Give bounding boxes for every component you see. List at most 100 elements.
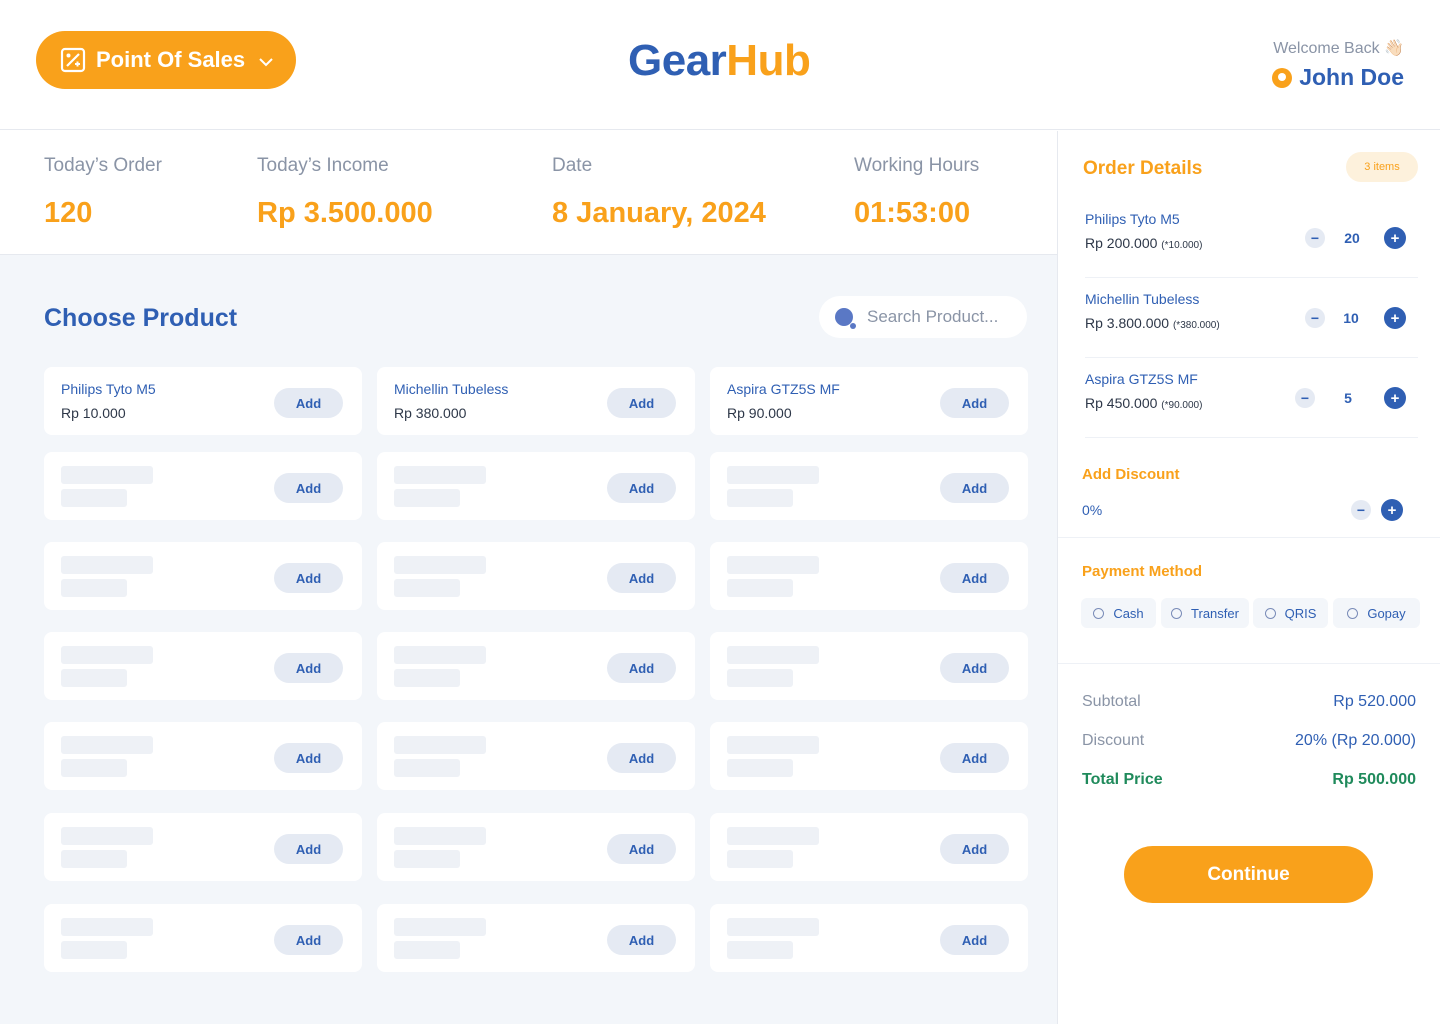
stat-value: 120 <box>44 197 93 229</box>
skeleton-name-placeholder <box>727 827 819 845</box>
add-product-button[interactable]: Add <box>274 743 343 773</box>
decrease-qty-button[interactable]: − <box>1295 388 1315 408</box>
skeleton-name-placeholder <box>394 736 486 754</box>
add-product-button[interactable]: Add <box>940 653 1009 683</box>
product-card: Add <box>44 722 362 790</box>
product-card: Add <box>377 722 695 790</box>
logo-gear: Gear <box>628 36 727 85</box>
chevron-down-icon <box>257 51 275 69</box>
user-name-row[interactable]: John Doe <box>1272 64 1404 91</box>
order-item-total: Rp 450.000 <box>1085 395 1158 411</box>
skeleton-price-placeholder <box>394 941 460 959</box>
add-product-button[interactable]: Add <box>274 473 343 503</box>
add-product-button[interactable]: Add <box>607 473 676 503</box>
order-item-unit-price: (*380.000) <box>1172 320 1220 331</box>
add-product-button[interactable]: Add <box>607 388 676 418</box>
subtotal-value: Rp 520.000 <box>1333 693 1416 710</box>
order-item-total: Rp 200.000 <box>1085 235 1158 251</box>
increase-discount-button[interactable]: + <box>1381 499 1403 521</box>
stat-label: Today’s Income <box>257 155 389 176</box>
decrease-discount-button[interactable]: − <box>1351 500 1371 520</box>
add-product-button[interactable]: Add <box>940 743 1009 773</box>
payment-option-gopay[interactable]: Gopay <box>1333 598 1420 628</box>
product-card: Add <box>44 904 362 972</box>
payment-option-cash[interactable]: Cash <box>1081 598 1156 628</box>
total-value: Rp 500.000 <box>1332 771 1416 788</box>
choose-product-title: Choose Product <box>44 304 238 332</box>
decrease-qty-button[interactable]: − <box>1305 308 1325 328</box>
skeleton-name-placeholder <box>727 556 819 574</box>
skeleton-name-placeholder <box>61 646 153 664</box>
product-panel: Choose Product Philips Tyto M5 Rp 10.000 A… <box>0 255 1057 1024</box>
product-price: Rp 10.000 <box>61 405 126 421</box>
add-product-button[interactable]: Add <box>274 388 343 418</box>
app-logo: GearHub <box>628 36 811 86</box>
product-card: Add <box>377 452 695 520</box>
stat-value: 01:53:00 <box>854 197 971 229</box>
product-card: Add <box>710 722 1028 790</box>
add-product-button[interactable]: Add <box>607 925 676 955</box>
skeleton-name-placeholder <box>727 736 819 754</box>
add-product-button[interactable]: Add <box>940 388 1009 418</box>
add-product-button[interactable]: Add <box>607 834 676 864</box>
discount-icon <box>60 47 86 73</box>
skeleton-price-placeholder <box>394 669 460 687</box>
add-product-button[interactable]: Add <box>607 743 676 773</box>
user-location-icon <box>1272 67 1293 88</box>
skeleton-price-placeholder <box>61 759 127 777</box>
discount-value: 0% <box>1082 502 1103 518</box>
user-name: John Doe <box>1299 64 1404 90</box>
increase-qty-button[interactable]: + <box>1384 307 1406 329</box>
continue-button[interactable]: Continue <box>1124 846 1373 903</box>
skeleton-price-placeholder <box>61 489 127 507</box>
order-item-total: Rp 3.800.000 <box>1085 315 1170 331</box>
product-card: Add <box>710 632 1028 700</box>
payment-option-qris[interactable]: QRIS <box>1253 598 1328 628</box>
order-item-name: Philips Tyto M5 <box>1085 211 1180 227</box>
skeleton-price-placeholder <box>727 850 793 868</box>
order-item-qty: 10 <box>1343 310 1359 326</box>
add-product-button[interactable]: Add <box>607 653 676 683</box>
item-count-badge: 3 items <box>1346 152 1418 182</box>
skeleton-price-placeholder <box>394 579 460 597</box>
product-name: Philips Tyto M5 <box>61 381 156 397</box>
point-of-sales-dropdown[interactable]: Point Of Sales <box>36 31 296 89</box>
user-greeting: Welcome Back 👋🏻 John Doe <box>1272 38 1404 91</box>
skeleton-name-placeholder <box>394 466 486 484</box>
skeleton-price-placeholder <box>394 489 460 507</box>
skeleton-price-placeholder <box>727 489 793 507</box>
order-item: Aspira GTZ5S MF Rp 450.000 (*90.000) − 5… <box>1085 358 1418 438</box>
discount-row: Discount 20% (Rp 20.000) <box>1082 732 1416 750</box>
add-product-button[interactable]: Add <box>274 563 343 593</box>
product-card: Philips Tyto M5 Rp 10.000 Add <box>44 367 362 435</box>
increase-qty-button[interactable]: + <box>1384 227 1406 249</box>
product-card: Add <box>710 904 1028 972</box>
add-product-button[interactable]: Add <box>940 473 1009 503</box>
add-product-button[interactable]: Add <box>940 925 1009 955</box>
stat-label: Date <box>552 155 593 176</box>
payment-option-transfer[interactable]: Transfer <box>1161 598 1249 628</box>
subtotal-label: Subtotal <box>1082 693 1141 710</box>
search-box[interactable] <box>819 296 1027 338</box>
radio-icon <box>1264 607 1276 619</box>
add-product-button[interactable]: Add <box>940 563 1009 593</box>
order-item: Michellin Tubeless Rp 3.800.000 (*380.00… <box>1085 278 1418 358</box>
skeleton-price-placeholder <box>61 850 127 868</box>
decrease-qty-button[interactable]: − <box>1305 228 1325 248</box>
product-card: Add <box>377 542 695 610</box>
search-input[interactable] <box>867 307 1017 327</box>
product-card: Add <box>377 632 695 700</box>
add-product-button[interactable]: Add <box>274 653 343 683</box>
skeleton-price-placeholder <box>394 850 460 868</box>
add-product-button[interactable]: Add <box>274 925 343 955</box>
stat-todays-order: Today’s Order 120 <box>44 155 162 230</box>
skeleton-name-placeholder <box>394 918 486 936</box>
add-product-button[interactable]: Add <box>274 834 343 864</box>
add-product-button[interactable]: Add <box>607 563 676 593</box>
product-card: Add <box>44 542 362 610</box>
add-product-button[interactable]: Add <box>940 834 1009 864</box>
point-of-sales-label: Point Of Sales <box>96 47 246 72</box>
stat-date: Date 8 January, 2024 <box>552 155 766 230</box>
increase-qty-button[interactable]: + <box>1384 387 1406 409</box>
skeleton-name-placeholder <box>727 918 819 936</box>
